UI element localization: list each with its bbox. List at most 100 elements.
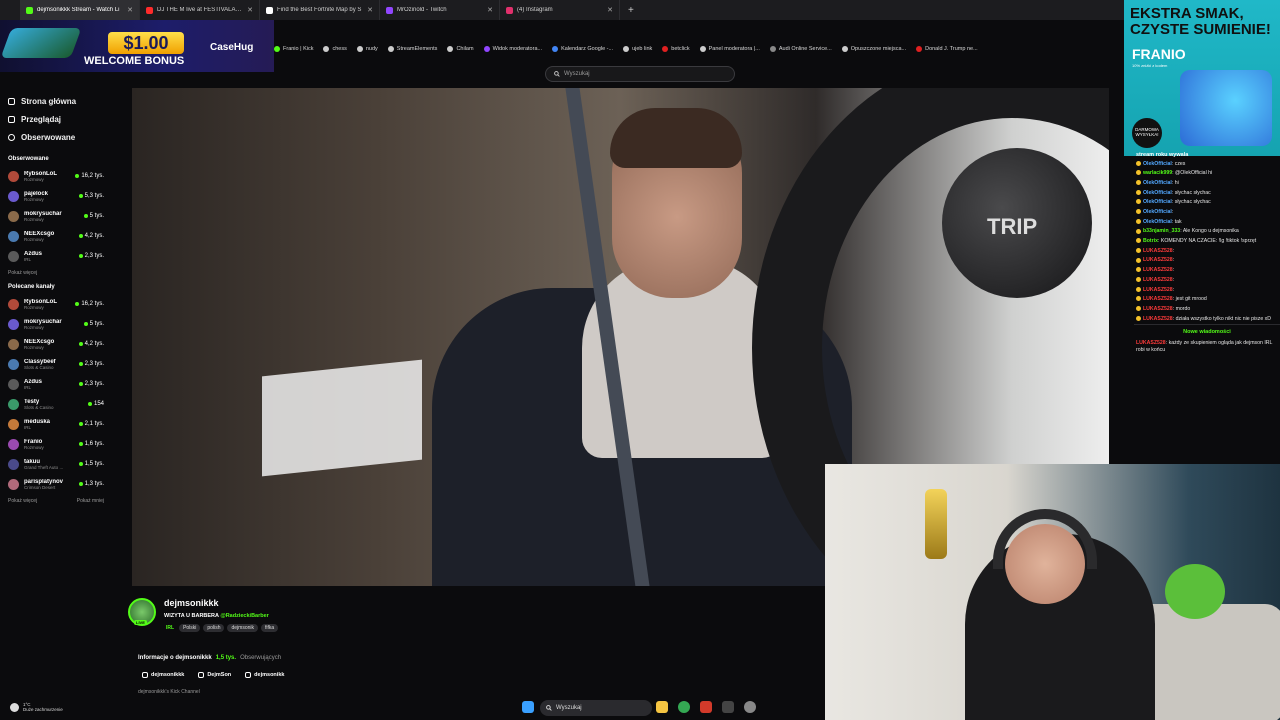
bookmark-item[interactable]: betclick <box>662 46 690 52</box>
app-icon[interactable] <box>700 701 712 713</box>
chat-panel: stream roku wywala OlekOfficial: czes war… <box>1134 150 1280 464</box>
search-input[interactable]: Wyszukaj <box>545 66 735 82</box>
sidebar-channel[interactable]: Testy Slots & Casino 154 <box>0 394 112 414</box>
sidebar-channel[interactable]: takuu Grand Theft Auto ... 1,5 tys. <box>0 454 112 474</box>
stream-tag[interactable]: fifka <box>261 624 279 632</box>
chat-username[interactable]: LUKASZ528 <box>1143 296 1173 302</box>
social-label: DejmSon <box>207 672 232 678</box>
chat-username[interactable]: LUKASZ528 <box>1143 277 1173 283</box>
chat-username[interactable]: OlekOfficial <box>1143 180 1172 186</box>
chat-username[interactable]: b33njamin_333 <box>1143 228 1180 234</box>
sidebar-channel[interactable]: Azdus IRL 2,3 tys. <box>0 246 112 266</box>
browser-tab[interactable]: DJ THE M live at FESTIVALAND ✕ <box>140 0 260 20</box>
browser-tab[interactable]: (4) Instagram ✕ <box>500 0 620 20</box>
bookmark-item[interactable]: Widok moderatora... <box>483 46 542 52</box>
recommended-show-more[interactable]: Pokaż więcej <box>8 498 37 504</box>
badge-icon <box>1136 180 1141 186</box>
bookmark-item[interactable]: Kalendarz Google -... <box>552 46 613 52</box>
chat-username[interactable]: LUKASZ528 <box>1143 287 1173 293</box>
chat-username[interactable]: OlekOfficial <box>1143 161 1172 167</box>
bookmark-item[interactable]: StreamElements <box>387 46 437 52</box>
taskbar-search[interactable]: Wyszukaj <box>540 700 652 716</box>
chrome-icon[interactable] <box>678 701 690 713</box>
close-icon[interactable]: ✕ <box>127 6 133 14</box>
bookmark-item[interactable]: chess <box>323 46 347 52</box>
bookmark-item[interactable]: Audi Online Service... <box>769 46 832 52</box>
instagram-link[interactable]: dejmsonikkk <box>142 672 184 678</box>
weather-widget[interactable]: 1°C Duże zachmurzenie <box>10 702 63 712</box>
sidebar-channel[interactable]: pajelock Rozmowy 5,3 tys. <box>0 186 112 206</box>
bookmark-item[interactable]: Franio | Kick <box>274 46 313 52</box>
close-icon[interactable]: ✕ <box>607 6 613 14</box>
chat-username[interactable]: LUKASZ528 <box>1136 340 1166 346</box>
sidebar-channel[interactable]: RybsonLoL Rozmowy 16,2 tys. <box>0 294 112 314</box>
sidebar-channel[interactable]: mokrysuchar Rozmowy 5 tys. <box>0 314 112 334</box>
chat-username[interactable]: warlacik999 <box>1143 170 1172 176</box>
chat-username[interactable]: OlekOfficial <box>1143 190 1172 196</box>
sidebar-channel[interactable]: Franio Rozmowy 1,6 tys. <box>0 434 112 454</box>
close-icon[interactable]: ✕ <box>367 6 373 14</box>
chat-username[interactable]: LUKASZ528 <box>1143 267 1173 273</box>
close-icon[interactable]: ✕ <box>247 6 253 14</box>
bookmark-item[interactable]: Panel moderatora |... <box>699 46 760 52</box>
nav-home[interactable]: Strona główna <box>0 92 112 110</box>
nav-browse[interactable]: Przeglądaj <box>0 110 112 128</box>
sidebar-channel[interactable]: Classybeef Slots & Casino 2,3 tys. <box>0 354 112 374</box>
badge-icon <box>1136 228 1141 234</box>
stream-tag[interactable]: dejmsonik <box>227 624 258 632</box>
channel-name[interactable]: dejmsonikkk <box>164 598 219 608</box>
windows-start-icon[interactable] <box>522 701 534 713</box>
browser-tab[interactable]: MrOzinold - Twitch ✕ <box>380 0 500 20</box>
file-explorer-icon[interactable] <box>656 701 668 713</box>
stream-title-mention[interactable]: @RadzieckiBarber <box>220 613 268 619</box>
chat-username[interactable]: LUKASZ528 <box>1143 248 1173 254</box>
sidebar-channel[interactable]: NEEXcsgo Rozmowy 4,2 tys. <box>0 334 112 354</box>
stream-tag[interactable]: Polski <box>179 624 201 632</box>
chat-username[interactable]: LUKASZ528 <box>1143 316 1173 322</box>
weather-desc: Duże zachmurzenie <box>23 707 63 712</box>
chat-message: LUKASZ528: każdy ze skupieniem ogląda ja… <box>1136 340 1273 353</box>
tiktok-link[interactable]: dejmsonikk <box>245 672 284 678</box>
new-messages-indicator[interactable]: Nowe wiadomości <box>1134 323 1280 339</box>
sidebar-channel[interactable]: Azdus IRL 2,3 tys. <box>0 374 112 394</box>
stream-tag[interactable]: polish <box>203 624 225 632</box>
bookmark-item[interactable]: nudy <box>356 46 378 52</box>
webcam-overlay <box>825 464 1280 720</box>
sidebar-channel[interactable]: parisplatynov Crimson Desert 1,3 tys. <box>0 474 112 494</box>
bookmark-item[interactable]: ujeb link <box>623 46 652 52</box>
chat-username[interactable]: Botrix <box>1143 238 1158 244</box>
browser-tab[interactable]: Find the Best Fortnite Map by S ✕ <box>260 0 380 20</box>
sidebar-channel[interactable]: meduska IRL 2,1 tys. <box>0 414 112 434</box>
followed-show-more[interactable]: Pokaż więcej <box>8 270 37 276</box>
recommended-show-less[interactable]: Pokaż mniej <box>77 498 104 504</box>
chat-text: słychac słychac <box>1174 189 1211 196</box>
app-icon[interactable] <box>722 701 734 713</box>
sidebar-channel[interactable]: RybsonLoL Rozmowy 16,2 tys. <box>0 166 112 186</box>
chat-username[interactable]: OlekOfficial <box>1143 199 1172 205</box>
settings-icon[interactable] <box>744 701 756 713</box>
chat-username[interactable]: LUKASZ528 <box>1143 306 1173 312</box>
chat-message: LUKASZ528: <box>1134 266 1280 276</box>
chat-username[interactable]: LUKASZ528 <box>1143 257 1173 263</box>
nav-following[interactable]: Obserwowane <box>0 128 112 146</box>
channel-category: Rozmowy <box>24 304 44 310</box>
ad-product-image <box>1180 70 1272 146</box>
category-link[interactable]: IRL <box>164 624 176 632</box>
bookmark-label: betclick <box>671 46 690 52</box>
casehug-ad-banner[interactable]: $1.00 WELCOME BONUS CaseHug <box>0 20 274 72</box>
bookmark-icon <box>916 46 923 52</box>
sidebar-channel[interactable]: mokrysuchar Rozmowy 5 tys. <box>0 206 112 226</box>
sidebar-channel[interactable]: NEEXcsgo Rozmowy 4,2 tys. <box>0 226 112 246</box>
chat-username[interactable]: OlekOfficial <box>1143 209 1172 215</box>
close-icon[interactable]: ✕ <box>487 6 493 14</box>
youtube-link[interactable]: DejmSon <box>198 672 231 678</box>
franio-ad-banner[interactable]: EKSTRA SMAK, CZYSTE SUMIENIE! FRANIO 10%… <box>1124 0 1280 156</box>
bookmark-item[interactable]: Donald J. Trump ne... <box>916 46 978 52</box>
viewer-count: 5 tys. <box>89 321 104 327</box>
new-tab-button[interactable]: + <box>620 5 642 16</box>
browser-tab[interactable]: dejmsonikkk Stream - Watch Li ✕ <box>20 0 140 20</box>
ad-bonus-text: WELCOME BONUS <box>84 55 185 67</box>
bookmark-item[interactable]: Opuszczone miejsca... <box>841 46 906 52</box>
bookmark-item[interactable]: Chilam <box>447 46 474 52</box>
chat-username[interactable]: OlekOfficial <box>1143 219 1172 225</box>
